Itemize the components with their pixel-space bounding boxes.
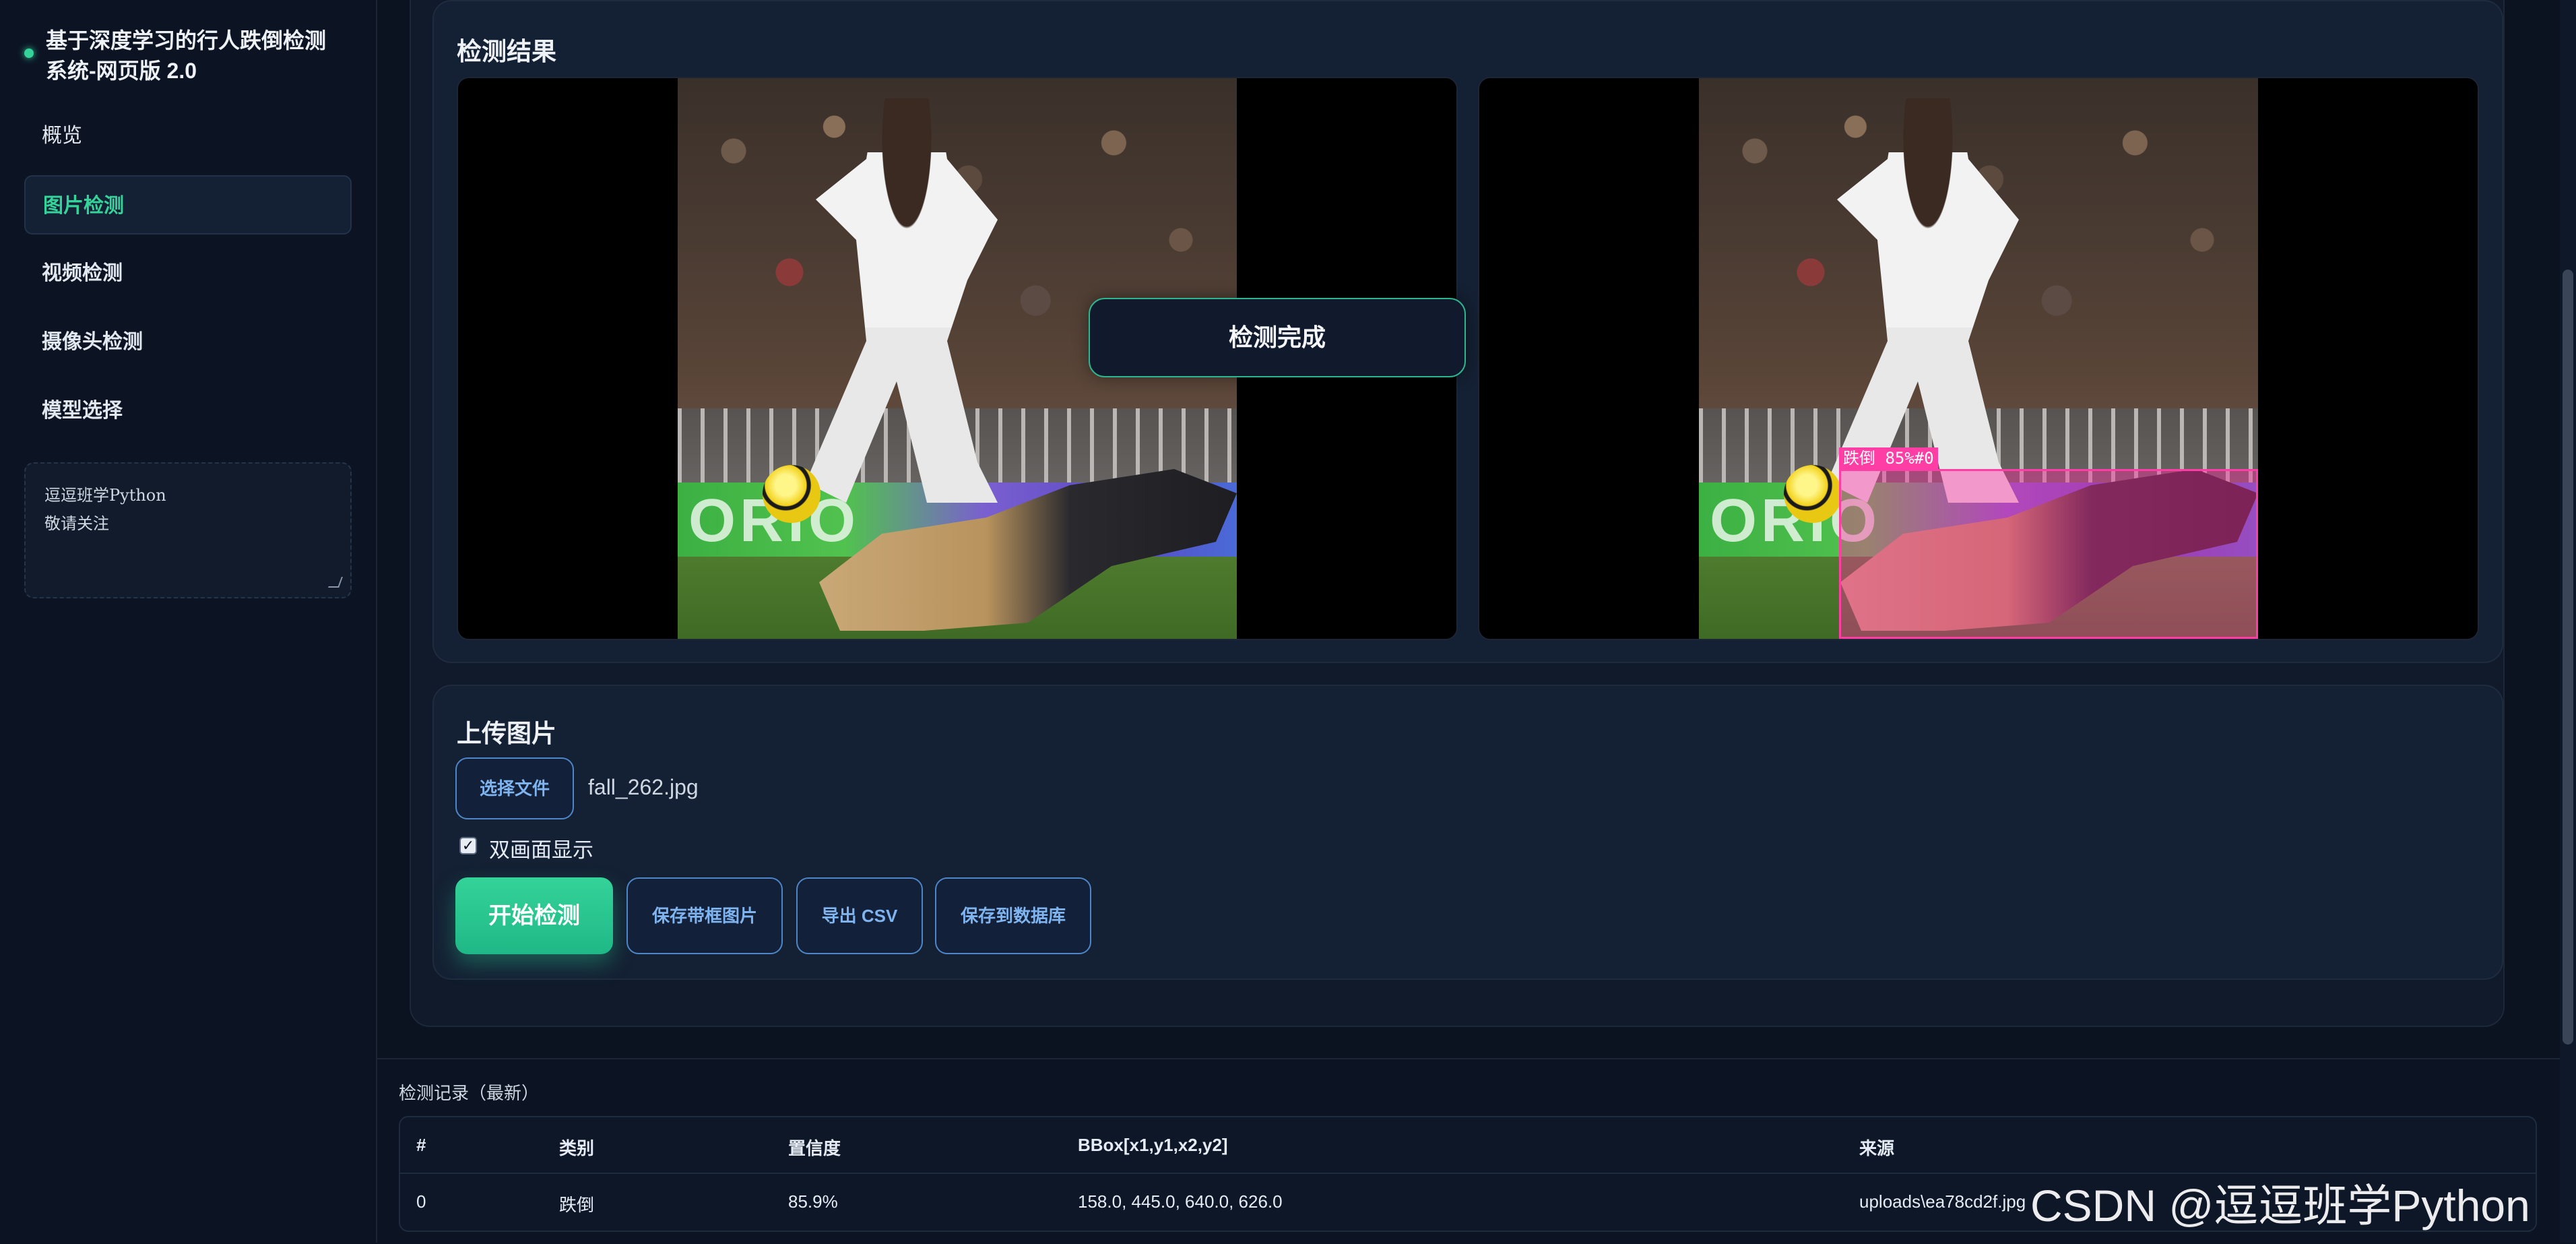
column-header: 置信度 [788, 1138, 841, 1158]
cell-confidence: 85.9% [788, 1191, 838, 1212]
note-line: 敬请关注 [44, 514, 109, 533]
detection-label: 跌倒 85%#0 [1839, 447, 1938, 469]
sidebar-item-video-detection[interactable]: 视频检测 [24, 244, 352, 303]
result-image-viewer: ORIO 跌倒 85%#0 [1478, 77, 2479, 640]
records-title: 检测记录（最新） [399, 1083, 540, 1103]
sidebar-item-image-detection[interactable]: 图片检测 [24, 175, 352, 235]
app-title: 基于深度学习的行人跌倒检测系统-网页版 2.0 [46, 28, 327, 83]
choose-file-button[interactable]: 选择文件 [455, 757, 574, 819]
detection-bbox [1839, 469, 2258, 639]
upload-title: 上传图片 [457, 720, 556, 747]
resize-grip-icon[interactable] [328, 577, 343, 588]
results-title: 检测结果 [457, 38, 556, 65]
note-line: 逗逗班学Python [44, 486, 166, 505]
cell-index: 0 [416, 1191, 426, 1212]
cell-bbox: 158.0, 445.0, 640.0, 626.0 [1078, 1191, 1283, 1212]
dual-view-label[interactable]: 双画面显示 [489, 833, 593, 863]
save-to-database-button[interactable]: 保存到数据库 [935, 877, 1091, 954]
sidebar-item-camera-detection[interactable]: 摄像头检测 [24, 313, 352, 372]
sidebar-item-model-selection[interactable]: 模型选择 [24, 381, 352, 441]
cell-class: 跌倒 [559, 1195, 595, 1215]
cell-source: uploads\ea78cd2f.jpg [1859, 1191, 2026, 1212]
dual-view-checkbox[interactable]: ✓ [459, 837, 477, 854]
brand: 基于深度学习的行人跌倒检测系统-网页版 2.0 [24, 26, 341, 86]
export-csv-button[interactable]: 导出 CSV [796, 877, 923, 954]
note-textarea[interactable]: 逗逗班学Python 敬请关注 [24, 462, 352, 598]
sidebar-item-overview[interactable]: 概览 [24, 106, 352, 166]
scrollbar[interactable] [2560, 0, 2576, 1243]
column-header: 来源 [1859, 1138, 1895, 1158]
results-panel: 检测结果 ORIO ORIO 跌倒 85%#0 [432, 0, 2503, 663]
sidebar: 基于深度学习的行人跌倒检测系统-网页版 2.0 概览 图片检测 视频检测 摄像头… [0, 0, 377, 1243]
result-image: ORIO 跌倒 85%#0 [1699, 78, 2258, 639]
save-boxed-image-button[interactable]: 保存带框图片 [626, 877, 783, 954]
column-header: BBox[x1,y1,x2,y2] [1078, 1135, 1228, 1155]
watermark: CSDN @逗逗班学Python [2030, 1181, 2530, 1231]
scroll-thumb[interactable] [2563, 270, 2573, 1045]
status-dot-icon [24, 49, 34, 58]
column-header: 类别 [559, 1138, 595, 1158]
column-header: # [416, 1135, 426, 1155]
detection-complete-toast: 检测完成 [1089, 298, 1466, 377]
selected-file-name: fall_262.jpg [588, 775, 699, 799]
start-detection-button[interactable]: 开始检测 [455, 877, 613, 954]
